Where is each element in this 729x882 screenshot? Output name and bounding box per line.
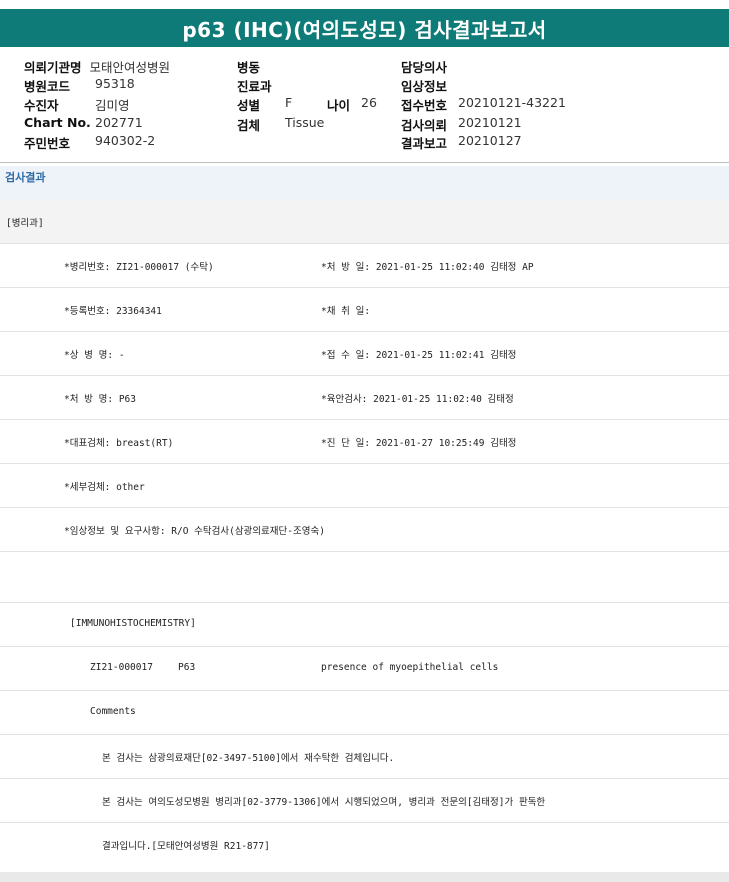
age-label: 나이: [327, 98, 351, 113]
reg-no: *등록번호: 23364341: [64, 306, 162, 317]
diagnosis: *상 병 명: -: [64, 350, 125, 361]
hospital-value: 모태안여성병원: [89, 60, 171, 75]
ihc-id: ZI21-000017: [90, 662, 153, 673]
receipt-value: 20210121-43221: [458, 95, 566, 110]
request-label: 검사의뢰: [401, 118, 448, 133]
dept-text: [병리과]: [6, 218, 44, 229]
result-row: *임상정보 및 요구사항: R/O 수탁검사(삼광의료재단-조영숙): [0, 508, 729, 552]
chart-field: Chart No. 202771: [24, 115, 143, 130]
specimen-label: 검체: [237, 118, 261, 133]
code-label: 병원코드: [24, 79, 71, 94]
id-label: 주민번호: [24, 136, 71, 151]
result-row: 결과입니다.[모태안여성병원 R21-877]: [0, 823, 729, 872]
result-row: 본 검사는 여의도성모병원 병리과[02-3779-1306]에서 시행되었으며…: [0, 779, 729, 823]
comments-label: Comments: [90, 706, 136, 717]
id-value: 940302-2: [95, 133, 156, 148]
diag-date: *진 단 일: 2021-01-27 10:25:49 김태정: [321, 438, 517, 449]
ihc-header: [IMMUNOHISTOCHEMISTRY]: [70, 618, 196, 629]
ihc-marker: P63: [178, 662, 196, 673]
report-title: p63 (IHC)(여의도성모) 검사결과보고서: [0, 9, 729, 47]
result-row: Comments: [0, 691, 729, 735]
sex-value: F: [285, 95, 293, 110]
code-field: 병원코드 95318: [24, 76, 135, 95]
age-value: 26: [361, 95, 377, 110]
request-field: 검사의뢰 20210121: [401, 115, 522, 134]
hospital-label: 의뢰기관명: [24, 60, 82, 75]
id-field: 주민번호 940302-2: [24, 133, 155, 152]
chart-value: 202771: [95, 115, 143, 130]
result-row: *세부검체: other: [0, 464, 729, 508]
dept-field: 진료과: [237, 76, 272, 95]
ihc-result: presence of myoepithelial cells: [321, 662, 499, 673]
receipt-label: 접수번호: [401, 98, 448, 113]
sex-label: 성별: [237, 98, 261, 113]
gross-exam: *육안검사: 2021-01-25 11:02:40 김태정: [321, 394, 514, 405]
patient-field: 수진자 김미영: [24, 95, 130, 114]
section-title: 검사결과: [0, 166, 729, 200]
note-line-1: 본 검사는 삼광의료재단[02-3497-5100]에서 재수탁한 검체입니다.: [102, 753, 395, 764]
chart-label: Chart No.: [24, 115, 91, 130]
patient-value: 김미영: [95, 98, 130, 113]
result-row: [IMMUNOHISTOCHEMISTRY]: [0, 603, 729, 647]
result-row-empty: [0, 552, 729, 603]
rep-specimen: *대표검체: breast(RT): [64, 438, 174, 449]
hospital-field: 의뢰기관명 모태안여성병원: [24, 57, 170, 76]
report-field: 결과보고 20210127: [401, 133, 522, 152]
result-row: *대표검체: breast(RT) *진 단 일: 2021-01-27 10:…: [0, 420, 729, 464]
specimen-field: 검체 Tissue: [237, 115, 324, 134]
result-row: ZI21-000017 P63 presence of myoepithelia…: [0, 647, 729, 691]
result-row: *처 방 명: P63 *육안검사: 2021-01-25 11:02:40 김…: [0, 376, 729, 420]
age-field: 나이 26: [327, 95, 377, 114]
specimen-value: Tissue: [285, 115, 325, 130]
doctor-label: 담당의사: [401, 60, 448, 75]
note-line-3: 결과입니다.[모태안여성병원 R21-877]: [102, 841, 270, 852]
collect-date: *채 취 일:: [321, 306, 371, 317]
code-value: 95318: [95, 76, 135, 91]
result-row: [병리과]: [0, 200, 729, 244]
doctor-field: 담당의사: [401, 57, 447, 76]
result-row: *상 병 명: - *접 수 일: 2021-01-25 11:02:41 김태…: [0, 332, 729, 376]
footer-bar: [0, 872, 729, 882]
clinical-info: *임상정보 및 요구사항: R/O 수탁검사(삼광의료재단-조영숙): [64, 526, 325, 537]
receipt-field: 접수번호 20210121-43221: [401, 95, 566, 114]
clinical-field: 임상정보: [401, 76, 447, 95]
sub-specimen: *세부검체: other: [64, 482, 145, 493]
report-label: 결과보고: [401, 136, 448, 151]
clinical-label: 임상정보: [401, 79, 448, 94]
path-no: *병리번호: ZI21-000017 (수탁): [64, 262, 214, 273]
order-name: *처 방 명: P63: [64, 394, 136, 405]
note-line-2: 본 검사는 여의도성모병원 병리과[02-3779-1306]에서 시행되었으며…: [102, 797, 546, 808]
report-value: 20210127: [458, 133, 522, 148]
ward-field: 병동: [237, 57, 260, 76]
result-row: 본 검사는 삼광의료재단[02-3497-5100]에서 재수탁한 검체입니다.: [0, 735, 729, 779]
request-value: 20210121: [458, 115, 522, 130]
order-date: *처 방 일: 2021-01-25 11:02:40 김태정 AP: [321, 262, 534, 273]
dept-label: 진료과: [237, 79, 272, 94]
result-row: *병리번호: ZI21-000017 (수탁) *처 방 일: 2021-01-…: [0, 244, 729, 288]
result-row: *등록번호: 23364341 *채 취 일:: [0, 288, 729, 332]
ward-label: 병동: [237, 60, 261, 75]
receipt-date: *접 수 일: 2021-01-25 11:02:41 김태정: [321, 350, 517, 361]
patient-label: 수진자: [24, 98, 59, 113]
sex-field: 성별 F: [237, 95, 292, 114]
header-divider: [0, 162, 729, 163]
